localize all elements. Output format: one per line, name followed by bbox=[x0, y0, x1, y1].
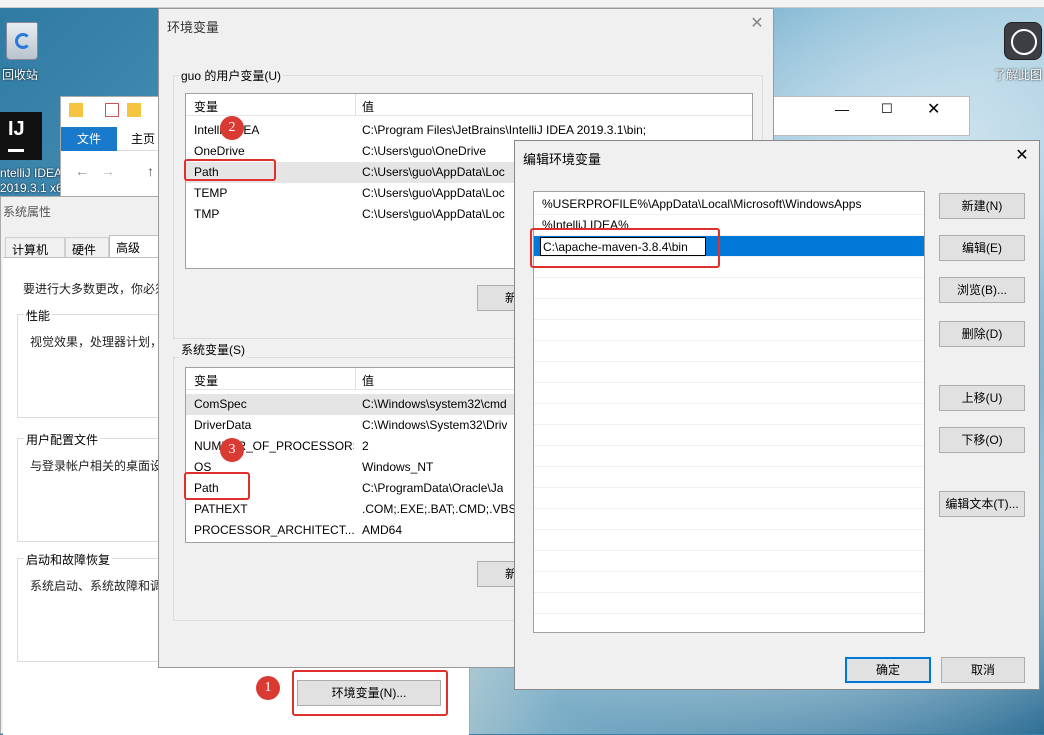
edit-text-button[interactable]: 编辑文本(T)... bbox=[939, 491, 1025, 517]
performance-label: 性能 bbox=[24, 307, 53, 324]
user-col-variable[interactable]: 变量 bbox=[194, 98, 218, 115]
maximize-icon[interactable]: ☐ bbox=[881, 101, 893, 117]
user-vars-label: guo 的用户变量(U) bbox=[179, 67, 284, 84]
intellij-idea-icon[interactable]: IJ bbox=[0, 112, 42, 160]
new-button[interactable]: 新建(N) bbox=[939, 193, 1025, 219]
recycle-arrows-icon bbox=[15, 33, 31, 49]
edit-dialog-title: 编辑环境变量 bbox=[523, 152, 602, 167]
highlight-env-button bbox=[292, 670, 448, 716]
step-2-badge: 2 bbox=[220, 116, 244, 140]
back-arrow-icon[interactable]: ← bbox=[75, 163, 89, 179]
highlight-new-path-entry bbox=[530, 228, 720, 268]
cancel-button[interactable]: 取消 bbox=[941, 657, 1025, 683]
explorer-file-tab[interactable]: 文件 bbox=[61, 127, 117, 151]
system-col-variable[interactable]: 变量 bbox=[194, 372, 218, 389]
edit-close-icon[interactable]: ✕ bbox=[1005, 141, 1039, 171]
highlight-system-path bbox=[184, 472, 250, 500]
move-up-button[interactable]: 上移(U) bbox=[939, 385, 1025, 411]
explorer-home-tab[interactable]: 主页 bbox=[131, 127, 155, 151]
new-folder-icon bbox=[127, 103, 141, 117]
startup-recovery-group: 启动和故障恢复 系统启动、系统故障和调 bbox=[17, 551, 177, 662]
background-window: — ☐ ✕ bbox=[770, 96, 970, 136]
env-window-title: 环境变量 bbox=[167, 20, 220, 35]
performance-text: 视觉效果，处理器计划， bbox=[30, 335, 163, 349]
minimize-icon[interactable]: — bbox=[835, 101, 849, 117]
step-3-badge: 3 bbox=[220, 438, 244, 462]
performance-group: 性能 视觉效果，处理器计划， bbox=[17, 307, 177, 418]
info-label: 了解此图 bbox=[994, 68, 1043, 82]
tab-computer-name[interactable]: 计算机名 bbox=[5, 237, 65, 274]
tab-advanced[interactable]: 高级 bbox=[109, 235, 159, 258]
system-col-value[interactable]: 值 bbox=[362, 372, 374, 389]
browse-button[interactable]: 浏览(B)... bbox=[939, 277, 1025, 303]
close-icon[interactable]: ✕ bbox=[927, 99, 940, 119]
tab-hardware[interactable]: 硬件 bbox=[65, 237, 109, 257]
intellij-label: ntelliJ IDEA 2019.3.1 x64 bbox=[0, 166, 70, 195]
user-profile-label: 用户配置文件 bbox=[24, 431, 101, 448]
properties-icon bbox=[105, 103, 119, 117]
ok-button[interactable]: 确定 bbox=[845, 657, 931, 683]
folder-icon bbox=[69, 103, 83, 117]
step-1-badge: 1 bbox=[256, 676, 280, 700]
admin-notice: 要进行大多数更改，你必须 bbox=[23, 282, 168, 296]
startup-recovery-text: 系统启动、系统故障和调 bbox=[30, 579, 163, 593]
system-vars-label: 系统变量(S) bbox=[179, 341, 247, 358]
startup-recovery-label: 启动和故障恢复 bbox=[24, 551, 113, 568]
info-camera-icon[interactable] bbox=[1004, 22, 1042, 60]
user-var-row[interactable]: IntelliJ IDEA C:\Program Files\JetBrains… bbox=[186, 120, 752, 141]
user-profile-text: 与登录帐户相关的桌面设 bbox=[30, 459, 163, 473]
env-close-icon[interactable]: ✕ bbox=[737, 9, 777, 39]
system-properties-title: 系统属性 bbox=[3, 205, 52, 219]
recycle-bin-icon[interactable] bbox=[6, 22, 38, 60]
forward-arrow-icon[interactable]: → bbox=[101, 163, 115, 179]
edit-button[interactable]: 编辑(E) bbox=[939, 235, 1025, 261]
user-col-value[interactable]: 值 bbox=[362, 98, 374, 115]
path-entry-row[interactable]: %USERPROFILE%\AppData\Local\Microsoft\Wi… bbox=[534, 194, 924, 215]
user-profile-group: 用户配置文件 与登录帐户相关的桌面设 bbox=[17, 431, 177, 542]
highlight-user-path bbox=[184, 159, 276, 181]
up-arrow-icon[interactable]: ↑ bbox=[147, 163, 154, 179]
delete-button[interactable]: 删除(D) bbox=[939, 321, 1025, 347]
move-down-button[interactable]: 下移(O) bbox=[939, 427, 1025, 453]
edit-env-var-dialog: 编辑环境变量 ✕ %USERPROFILE%\AppData\Local\Mic… bbox=[514, 140, 1040, 690]
top-window-strip bbox=[0, 0, 1044, 8]
recycle-bin-label: 回收站 bbox=[2, 68, 39, 82]
